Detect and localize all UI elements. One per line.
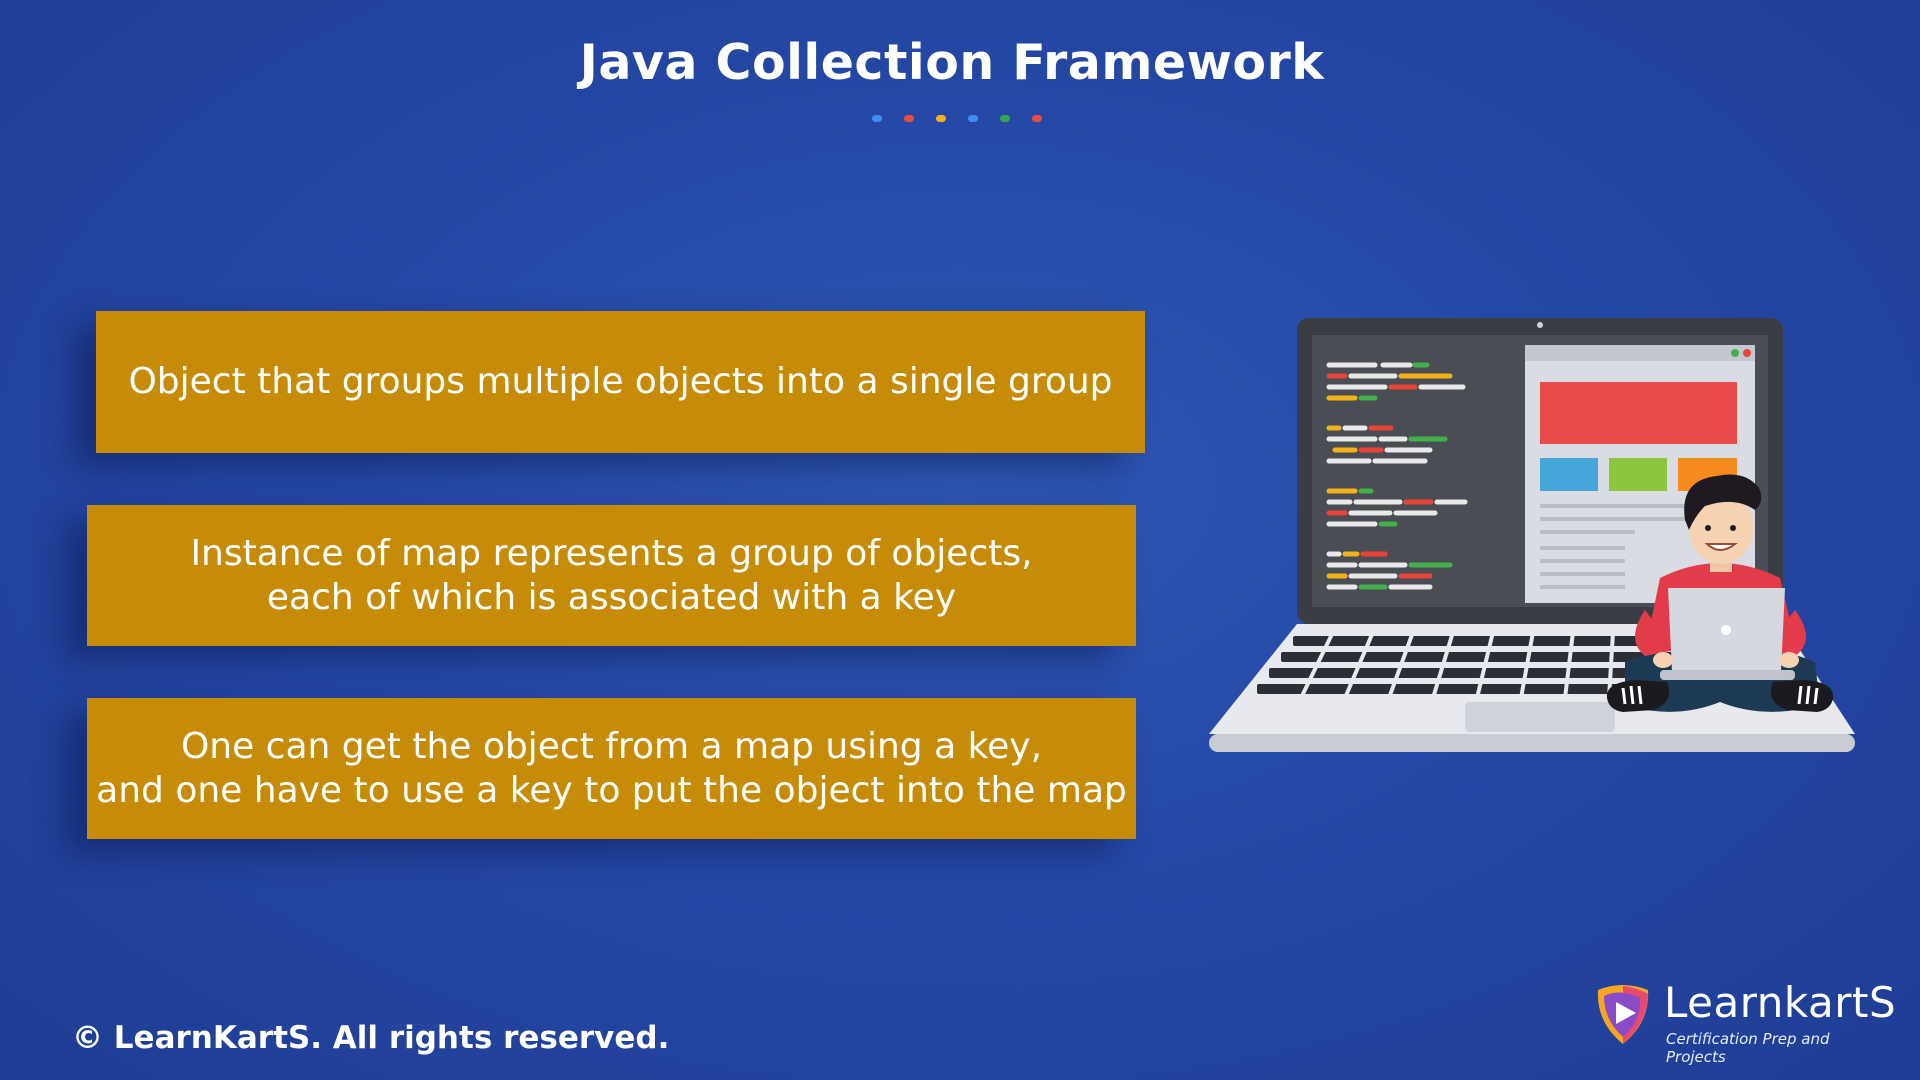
accent-dot bbox=[936, 115, 946, 122]
accent-dot bbox=[904, 115, 914, 122]
learnkarts-logo: LearnkartS Certification Prep and Projec… bbox=[1592, 978, 1896, 1066]
accent-dot bbox=[1000, 115, 1010, 122]
copyright-text: © LearnKartS. All rights reserved. bbox=[72, 1020, 670, 1056]
accent-dot bbox=[1032, 115, 1042, 122]
slide-title: Java Collection Framework bbox=[579, 34, 1325, 91]
definition-card-2: Instance of map represents a group of ob… bbox=[87, 505, 1136, 646]
definition-card-3: One can get the object from a map using … bbox=[87, 698, 1136, 839]
person-with-laptop-illustration bbox=[1209, 318, 1855, 752]
accent-dots bbox=[872, 115, 1052, 123]
definition-card-1: Object that groups multiple objects into… bbox=[96, 311, 1145, 453]
play-shield-icon bbox=[1597, 985, 1649, 1044]
accent-dot bbox=[968, 115, 978, 122]
logo-tagline: Certification Prep and Projects bbox=[1666, 1030, 1830, 1066]
logo-name: LearnkartS bbox=[1664, 978, 1897, 1027]
accent-dot bbox=[872, 115, 882, 122]
